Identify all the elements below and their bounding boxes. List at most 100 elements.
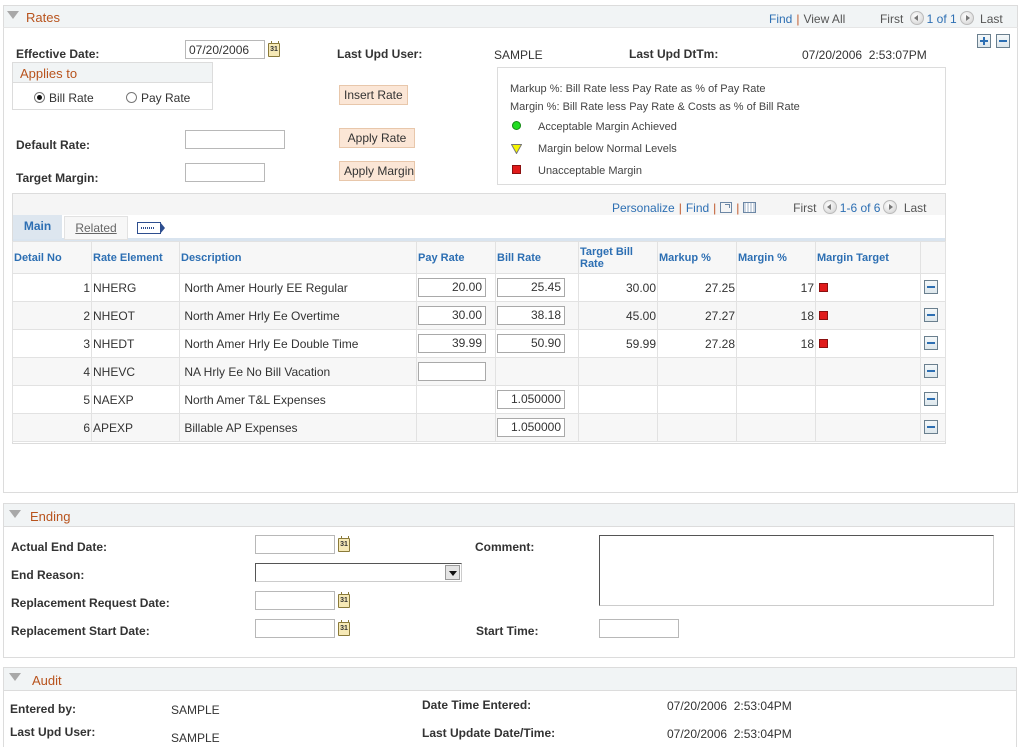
insert-rate-button[interactable]: Insert Rate <box>339 85 408 105</box>
view-all-popup-icon[interactable] <box>720 202 733 213</box>
target-margin-label: Target Margin: <box>16 171 99 185</box>
legend-acceptable: Acceptable Margin Achieved <box>538 121 677 133</box>
actual-end-date-input[interactable] <box>255 535 335 554</box>
col-pay-rate[interactable]: Pay Rate <box>416 241 496 274</box>
delete-row-icon[interactable] <box>924 392 938 406</box>
detail-no: 6 <box>83 420 90 435</box>
actual-end-date-calendar-icon[interactable]: 31 <box>338 536 350 552</box>
pay-rate-input[interactable]: 20.00 <box>418 278 486 297</box>
col-bill-rate[interactable]: Bill Rate <box>495 241 579 274</box>
detail-no-cell: 1 <box>12 273 92 302</box>
replacement-request-date-input[interactable] <box>255 591 335 610</box>
tab-related[interactable]: Related <box>64 216 128 240</box>
delete-row-icon[interactable] <box>924 364 938 378</box>
col-description[interactable]: Description <box>179 241 417 274</box>
grid-first-link[interactable]: First <box>793 201 816 215</box>
col-margin[interactable]: Margin % <box>736 241 816 274</box>
bill-rate-input[interactable]: 38.18 <box>497 306 565 325</box>
margin-note: Margin %: Bill Rate less Pay Rate & Cost… <box>510 101 800 113</box>
delete-row-icon[interactable] <box>924 336 938 350</box>
apply-margin-button[interactable]: Apply Margin <box>339 161 415 181</box>
pay-rate-input[interactable] <box>418 362 486 381</box>
legend-below-normal: Margin below Normal Levels <box>538 143 677 155</box>
col-markup[interactable]: Markup % <box>657 241 737 274</box>
margin-cell: 17 <box>736 273 816 302</box>
col-target-bill-rate[interactable]: Target Bill Rate <box>578 241 658 274</box>
personalize-link[interactable]: Personalize <box>612 201 675 215</box>
next-arrow-icon[interactable] <box>959 11 974 25</box>
detail-no: 5 <box>83 392 90 407</box>
replacement-request-date-label: Replacement Request Date: <box>11 596 170 610</box>
target-bill-rate-cell: 30.00 <box>578 273 658 302</box>
rate-element-cell: NHEVC <box>91 357 180 386</box>
show-all-columns-icon[interactable] <box>137 222 165 234</box>
col-detail-no[interactable]: Detail No <box>12 241 92 274</box>
bill-rate-input[interactable]: 50.90 <box>497 334 565 353</box>
end-reason-select[interactable] <box>255 563 462 582</box>
replacement-start-date-calendar-icon[interactable]: 31 <box>338 620 350 636</box>
col-margin-target[interactable]: Margin Target <box>815 241 921 274</box>
pay-rate-input[interactable]: 30.00 <box>418 306 486 325</box>
comment-textarea[interactable] <box>599 535 994 606</box>
markup-percent: 27.28 <box>704 336 735 351</box>
grid-previous-arrow-icon[interactable] <box>822 200 837 214</box>
bill-rate-cell: 1.050000 <box>495 385 579 414</box>
radio-checked-icon[interactable] <box>34 92 45 103</box>
margin-percent: 18 <box>800 308 814 323</box>
pay-rate-input[interactable]: 39.99 <box>418 334 486 353</box>
target-margin-input[interactable] <box>185 163 265 182</box>
download-spreadsheet-icon[interactable] <box>743 202 757 213</box>
ending-collapse-triangle-icon[interactable] <box>9 510 21 518</box>
description-cell: North Amer T&L Expenses <box>179 385 417 414</box>
effective-date-input[interactable] <box>185 40 265 59</box>
previous-arrow-icon[interactable] <box>909 11 924 25</box>
description: North Amer Hrly Ee Double Time <box>184 336 359 351</box>
bill-rate-cell <box>495 357 579 386</box>
grid-next-arrow-icon[interactable] <box>883 200 898 214</box>
target-bill-rate-cell: 45.00 <box>578 301 658 330</box>
audit-header <box>3 667 1017 691</box>
target-bill-rate-cell <box>578 385 658 414</box>
entered-by-label: Entered by: <box>10 702 77 716</box>
col-rate-element[interactable]: Rate Element <box>91 241 180 274</box>
detail-no-cell: 4 <box>12 357 92 386</box>
add-row-button[interactable] <box>977 34 991 48</box>
last-link[interactable]: Last <box>980 12 1003 26</box>
rate-element-cell: NHEDT <box>91 329 180 358</box>
replacement-request-date-calendar-icon[interactable]: 31 <box>338 592 350 608</box>
calendar-icon[interactable]: 31 <box>268 41 280 57</box>
audit-collapse-triangle-icon[interactable] <box>9 673 21 681</box>
replacement-start-date-input[interactable] <box>255 619 335 638</box>
margin-target-cell <box>815 413 921 442</box>
view-all-link[interactable]: View All <box>803 12 845 26</box>
default-rate-input[interactable] <box>185 130 285 149</box>
bill-rate-input[interactable]: 1.050000 <box>497 390 565 409</box>
last-update-label: Last Update Date/Time: <box>422 726 556 740</box>
start-time-input[interactable] <box>599 619 679 638</box>
description-cell: North Amer Hourly EE Regular <box>179 273 417 302</box>
margin-cell <box>736 385 816 414</box>
delete-row-button[interactable] <box>996 34 1010 48</box>
radio-unchecked-icon[interactable] <box>126 92 137 103</box>
grid-find-link[interactable]: Find <box>686 201 709 215</box>
delete-row-icon[interactable] <box>924 308 938 322</box>
margin-target-cell <box>815 273 921 302</box>
target-bill-rate: 59.99 <box>625 336 656 351</box>
apply-rate-button[interactable]: Apply Rate <box>339 128 415 148</box>
markup-percent: 27.27 <box>704 308 735 323</box>
find-link[interactable]: Find <box>769 12 792 26</box>
tab-main[interactable]: Main <box>13 215 62 239</box>
pay-rate-cell: 39.99 <box>416 329 496 358</box>
detail-no: 4 <box>83 364 90 379</box>
dropdown-arrow-icon[interactable] <box>445 565 460 580</box>
radio-pay-rate[interactable]: Pay Rate <box>126 91 190 105</box>
bill-rate-input[interactable]: 1.050000 <box>497 418 565 437</box>
description: Billable AP Expenses <box>184 420 298 435</box>
bill-rate-input[interactable]: 25.45 <box>497 278 565 297</box>
collapse-triangle-icon[interactable] <box>7 11 19 19</box>
delete-row-icon[interactable] <box>924 280 938 294</box>
radio-bill-rate[interactable]: Bill Rate <box>34 91 94 105</box>
first-link[interactable]: First <box>880 12 903 26</box>
delete-row-icon[interactable] <box>924 420 938 434</box>
grid-last-link[interactable]: Last <box>904 201 927 215</box>
